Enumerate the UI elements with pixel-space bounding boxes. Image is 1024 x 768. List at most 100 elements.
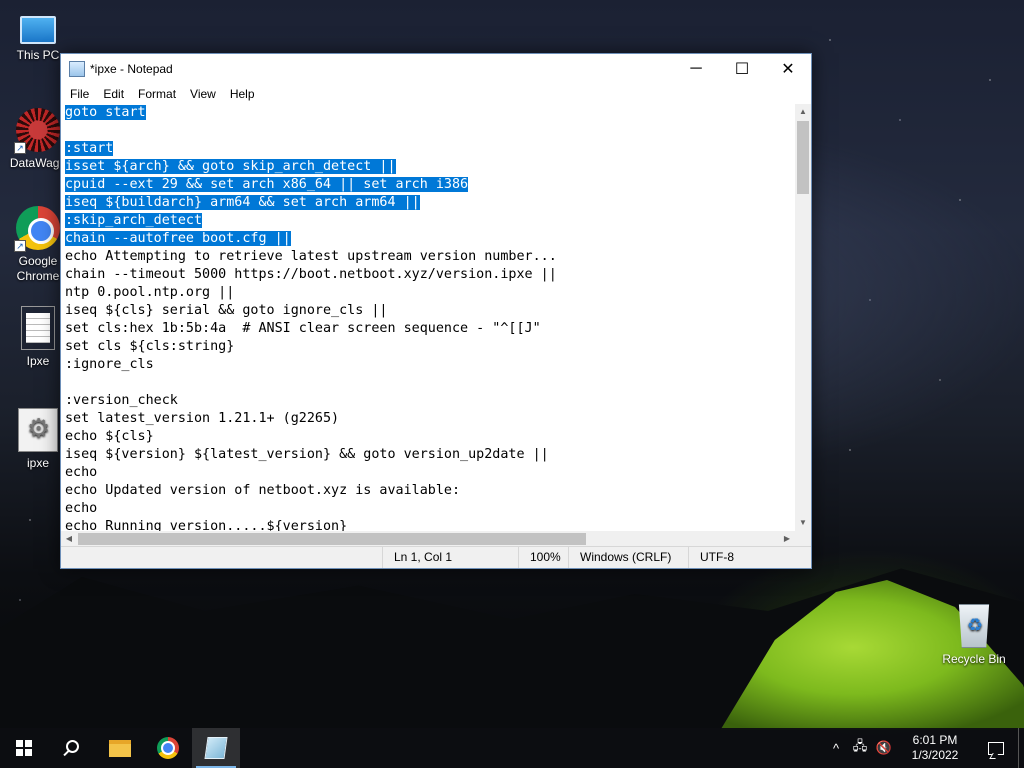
line-text: echo xyxy=(65,501,98,516)
line-text: echo Attempting to retrieve latest upstr… xyxy=(65,249,557,264)
notepad-icon xyxy=(69,61,85,77)
editor-area: goto start :start isset ${arch} && goto sk… xyxy=(61,104,811,547)
shortcut-arrow-icon: ↗ xyxy=(14,142,26,154)
shortcut-arrow-icon: ↗ xyxy=(14,240,26,252)
text-line: :skip_arch_detect xyxy=(65,212,795,230)
clock-date: 1/3/2022 xyxy=(911,748,959,762)
datawago-icon: ↗ xyxy=(14,108,60,154)
recycle-bin-icon xyxy=(958,604,990,648)
menu-format[interactable]: Format xyxy=(131,84,183,104)
close-button[interactable]: ✕ xyxy=(765,54,811,84)
line-text: echo ${cls} xyxy=(65,429,154,444)
line-text: set cls ${cls:string} xyxy=(65,339,235,354)
scroll-left-arrow-icon[interactable]: ◀ xyxy=(61,531,77,547)
line-text: set cls:hex 1b:5b:4a # ANSI clear screen… xyxy=(65,321,541,336)
text-line: :version_check xyxy=(65,392,795,410)
text-line: echo xyxy=(65,500,795,518)
text-line xyxy=(65,374,795,392)
line-text: echo Running version.....${version} xyxy=(65,519,348,531)
scroll-right-arrow-icon[interactable]: ▶ xyxy=(779,531,795,547)
selected-text: :start xyxy=(65,141,114,156)
text-line: echo ${cls} xyxy=(65,428,795,446)
selected-text: cpuid --ext 29 && set arch x86_64 || set… xyxy=(65,177,469,192)
text-line: isset ${arch} && goto skip_arch_detect |… xyxy=(65,158,795,176)
notepad-window: *ipxe - Notepad ─ ☐ ✕ File Edit Format V… xyxy=(60,53,812,569)
scroll-down-arrow-icon[interactable]: ▼ xyxy=(795,515,811,531)
text-file-icon xyxy=(21,306,55,350)
status-encoding: UTF-8 xyxy=(688,547,811,568)
desktop-icon-recycle-bin[interactable]: Recycle Bin xyxy=(936,604,1012,667)
chrome-icon xyxy=(157,737,179,759)
system-tray: ^ 🖧 🔇 6:01 PM 1/3/2022 xyxy=(824,728,1024,768)
taskbar-file-explorer[interactable] xyxy=(96,728,144,768)
start-button[interactable] xyxy=(0,728,48,768)
line-text: :version_check xyxy=(65,393,178,408)
text-line: chain --timeout 5000 https://boot.netboo… xyxy=(65,266,795,284)
text-line: ntp 0.pool.ntp.org || xyxy=(65,284,795,302)
text-line: iseq ${buildarch} arm64 && set arch arm6… xyxy=(65,194,795,212)
taskbar-notepad[interactable] xyxy=(192,728,240,768)
text-line: echo Updated version of netboot.xyz is a… xyxy=(65,482,795,500)
text-line: chain --autofree boot.cfg || xyxy=(65,230,795,248)
status-line-ending: Windows (CRLF) xyxy=(568,547,688,568)
line-text: iseq ${cls} serial && goto ignore_cls || xyxy=(65,303,388,318)
text-line: cpuid --ext 29 && set arch x86_64 || set… xyxy=(65,176,795,194)
selected-text: chain --autofree boot.cfg || xyxy=(65,231,291,246)
text-line: echo Running version.....${version} xyxy=(65,518,795,531)
notepad-icon xyxy=(204,737,228,759)
text-line: set latest_version 1.21.1+ (g2265) xyxy=(65,410,795,428)
menu-file[interactable]: File xyxy=(63,84,96,104)
text-line xyxy=(65,122,795,140)
text-line: :ignore_cls xyxy=(65,356,795,374)
folder-icon xyxy=(109,739,131,757)
config-file-icon xyxy=(18,408,58,452)
minimize-button[interactable]: ─ xyxy=(673,54,719,84)
computer-icon xyxy=(20,16,56,44)
chrome-icon: ↗ xyxy=(14,206,60,252)
text-line: goto start xyxy=(65,104,795,122)
menu-help[interactable]: Help xyxy=(223,84,262,104)
selected-text: :skip_arch_detect xyxy=(65,213,203,228)
text-editor[interactable]: goto start :start isset ${arch} && goto sk… xyxy=(61,104,795,531)
line-text: chain --timeout 5000 https://boot.netboo… xyxy=(65,267,557,282)
menu-bar: File Edit Format View Help xyxy=(61,84,811,104)
line-text: echo Updated version of netboot.xyz is a… xyxy=(65,483,461,498)
selected-text: iseq ${buildarch} arm64 && set arch arm6… xyxy=(65,195,420,210)
text-line: :start xyxy=(65,140,795,158)
line-text: set latest_version 1.21.1+ (g2265) xyxy=(65,411,340,426)
desktop-icon-label: Recycle Bin xyxy=(942,652,1006,666)
text-line: echo xyxy=(65,464,795,482)
window-title: *ipxe - Notepad xyxy=(90,62,173,76)
clock-time: 6:01 PM xyxy=(912,733,958,747)
action-center-button[interactable] xyxy=(974,741,1018,755)
maximize-button[interactable]: ☐ xyxy=(719,54,765,84)
line-text: ntp 0.pool.ntp.org || xyxy=(65,285,235,300)
windows-logo-icon xyxy=(16,740,32,756)
volume-muted-icon[interactable]: 🔇 xyxy=(872,740,896,756)
scroll-up-arrow-icon[interactable]: ▲ xyxy=(795,104,811,120)
clock[interactable]: 6:01 PM 1/3/2022 xyxy=(896,733,974,763)
menu-view[interactable]: View xyxy=(183,84,223,104)
search-icon xyxy=(65,740,79,753)
scrollbar-corner xyxy=(795,531,811,547)
horizontal-scroll-thumb[interactable] xyxy=(78,533,586,545)
taskbar: ^ 🖧 🔇 6:01 PM 1/3/2022 xyxy=(0,728,1024,768)
show-desktop-button[interactable] xyxy=(1018,728,1024,768)
vertical-scroll-thumb[interactable] xyxy=(797,121,809,194)
vertical-scrollbar[interactable]: ▲ ▼ xyxy=(795,104,811,531)
show-hidden-icons-chevron-icon[interactable]: ^ xyxy=(824,741,848,756)
search-button[interactable] xyxy=(48,728,96,768)
text-line: iseq ${cls} serial && goto ignore_cls || xyxy=(65,302,795,320)
status-zoom: 100% xyxy=(518,547,568,568)
text-line: echo Attempting to retrieve latest upstr… xyxy=(65,248,795,266)
taskbar-chrome[interactable] xyxy=(144,728,192,768)
horizontal-scrollbar[interactable]: ◀ ▶ xyxy=(61,531,795,547)
menu-edit[interactable]: Edit xyxy=(96,84,131,104)
text-line: set cls ${cls:string} xyxy=(65,338,795,356)
status-bar: Ln 1, Col 1 100% Windows (CRLF) UTF-8 xyxy=(61,546,811,568)
selected-text: goto start xyxy=(65,105,146,120)
selected-text: isset ${arch} && goto skip_arch_detect |… xyxy=(65,159,396,174)
status-cursor-position: Ln 1, Col 1 xyxy=(382,547,502,568)
title-bar[interactable]: *ipxe - Notepad ─ ☐ ✕ xyxy=(61,54,811,84)
network-icon[interactable]: 🖧 xyxy=(848,737,872,759)
